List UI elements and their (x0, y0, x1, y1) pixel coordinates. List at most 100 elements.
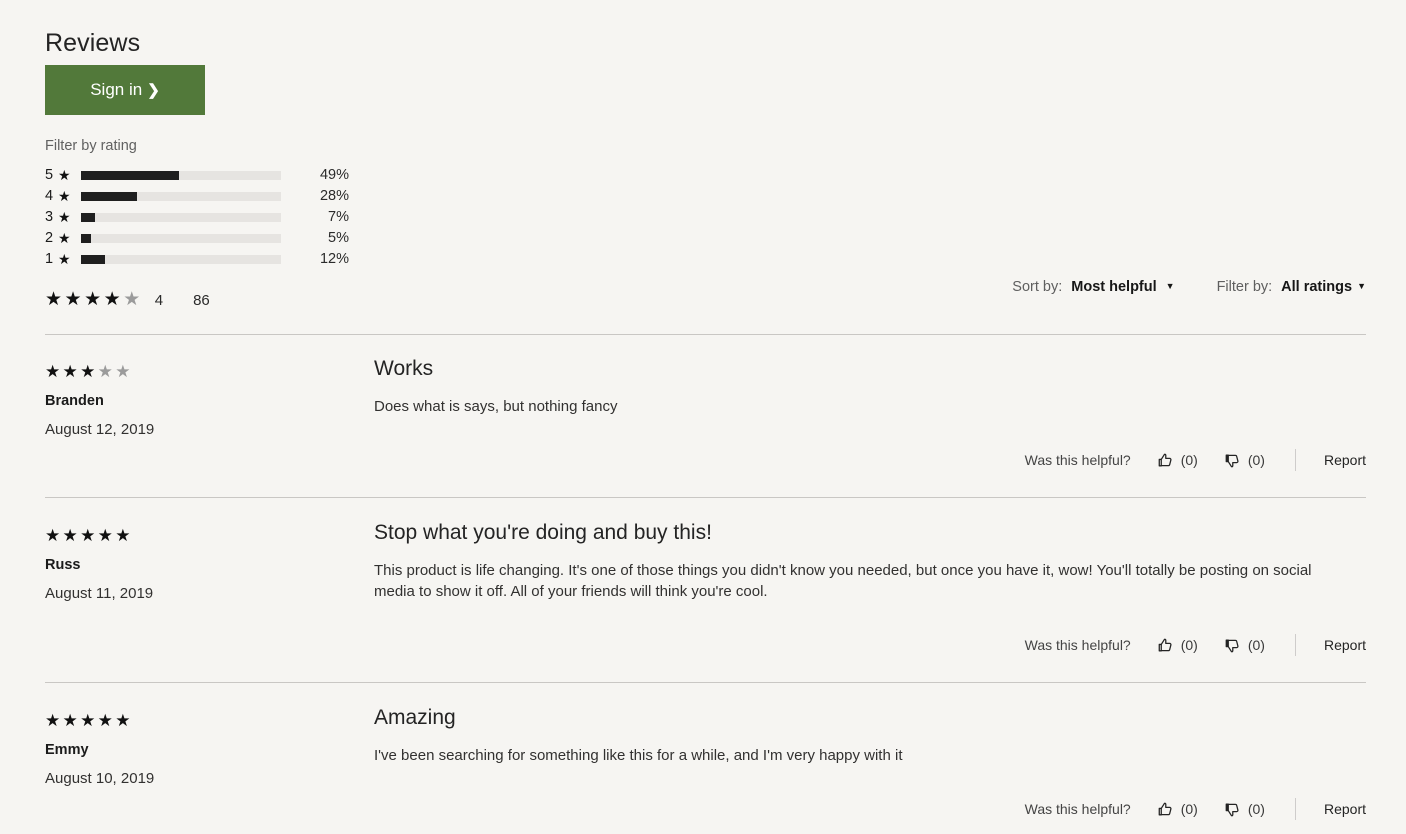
rating-histogram: 5 ★ 49% 4 ★ 28% 3 ★ 7% 2 ★ 5% 1 ★ 12% (45, 165, 350, 270)
thumbs-down-count: (0) (1247, 801, 1265, 817)
thumbs-down-button[interactable]: (0) (1224, 801, 1265, 818)
thumbs-up-button[interactable]: (0) (1157, 801, 1198, 818)
review-date: August 12, 2019 (45, 421, 155, 438)
chevron-down-icon: ▼ (1357, 281, 1366, 291)
review-title: Amazing (374, 706, 456, 729)
review-content: Works Does what is says, but nothing fanc… (374, 356, 1359, 417)
helpful-separator (1294, 634, 1296, 656)
review-helpful-row: Was this helpful? (0) (0) Report (1025, 798, 1366, 820)
rating-filter-row-2-star[interactable]: 2 ★ 5% (45, 228, 350, 249)
review-divider (45, 497, 1366, 498)
rating-percent: 7% (328, 209, 349, 225)
report-link[interactable]: Report (1324, 637, 1366, 653)
review-date: August 11, 2019 (45, 585, 154, 602)
review-body: Does what is says, but nothing fancy (374, 398, 618, 415)
thumbs-up-count: (0) (1180, 637, 1198, 653)
sign-in-label: Sign in (90, 80, 143, 99)
sign-in-button[interactable]: Sign in ❯ (45, 65, 205, 115)
aggregate-star-rating-icon: ★★★★★ (45, 289, 143, 310)
filter-by-rating-label: Filter by rating (45, 138, 137, 154)
star-icon: ★ (58, 251, 71, 267)
filter-by-value: All ratings (1281, 279, 1353, 295)
report-link[interactable]: Report (1324, 452, 1366, 468)
chevron-down-icon: ▼ (1165, 281, 1175, 291)
rating-bar-track (81, 234, 281, 243)
rating-percent: 5% (328, 230, 349, 246)
rating-bar-track (81, 255, 281, 264)
thumbs-up-icon (1157, 801, 1174, 818)
star-icon: ★ (58, 230, 71, 246)
review-divider (45, 682, 1366, 683)
review-helpful-row: Was this helpful? (0) (0) Report (1025, 634, 1366, 656)
thumbs-down-icon (1224, 637, 1241, 654)
rating-filter-row-4-star[interactable]: 4 ★ 28% (45, 186, 350, 207)
review-star-rating-icon: ★★★★★ (45, 362, 133, 381)
review-star-rating-icon: ★★★★★ (45, 711, 133, 730)
review-body: I've been searching for something like t… (374, 747, 903, 764)
thumbs-down-icon (1224, 801, 1241, 818)
sort-by-label: Sort by: (1012, 279, 1063, 295)
rating-filter-row-1-star[interactable]: 1 ★ 12% (45, 249, 350, 270)
review-author: Emmy (45, 742, 89, 758)
helpful-separator (1294, 449, 1296, 471)
report-link[interactable]: Report (1324, 801, 1366, 817)
sort-by-control: Sort by: Most helpful ▼ (1012, 279, 1174, 295)
page-title: Reviews (45, 29, 141, 57)
rating-bar-track (81, 171, 281, 180)
filter-by-control: Filter by: All ratings ▼ (1217, 279, 1366, 295)
rating-row-number: 4 (45, 188, 54, 204)
helpful-separator (1294, 798, 1296, 820)
review-title: Stop what you're doing and buy this! (374, 521, 712, 544)
review-controls: Sort by: Most helpful ▼ Filter by: All r… (1012, 279, 1366, 295)
rating-filter-row-5-star[interactable]: 5 ★ 49% (45, 165, 350, 186)
rating-percent: 12% (319, 251, 349, 267)
rating-bar-track (81, 213, 281, 222)
thumbs-down-count: (0) (1247, 452, 1265, 468)
thumbs-up-count: (0) (1180, 452, 1198, 468)
review-meta: ★★★★★ Branden August 12, 2019 (45, 362, 345, 438)
review-author: Branden (45, 393, 104, 409)
review-divider (45, 334, 1366, 335)
thumbs-down-button[interactable]: (0) (1224, 452, 1265, 469)
thumbs-down-count: (0) (1247, 637, 1265, 653)
rating-row-number: 2 (45, 230, 54, 246)
rating-bar-track (81, 192, 281, 201)
review-star-rating-icon: ★★★★★ (45, 526, 133, 545)
review-content: Stop what you're doing and buy this! This… (374, 520, 1359, 602)
chevron-right-icon: ❯ (147, 81, 160, 99)
thumbs-up-icon (1157, 637, 1174, 654)
rating-row-number: 3 (45, 209, 54, 225)
star-icon: ★ (58, 209, 71, 225)
review-title: Works (374, 357, 434, 380)
helpful-question: Was this helpful? (1024, 452, 1131, 468)
rating-bar-fill (81, 171, 179, 180)
thumbs-up-icon (1157, 452, 1174, 469)
star-icon: ★ (58, 188, 71, 204)
sort-by-value: Most helpful (1071, 279, 1157, 295)
review-meta: ★★★★★ Russ August 11, 2019 (45, 526, 345, 602)
helpful-question: Was this helpful? (1024, 801, 1131, 817)
reviews-page: Reviews Sign in ❯ Filter by rating 5 ★ 49%… (0, 0, 1406, 834)
filter-by-label: Filter by: (1216, 279, 1273, 295)
review-content: Amazing I've been searching for something… (374, 705, 1359, 766)
filter-by-dropdown[interactable]: All ratings ▼ (1281, 279, 1366, 295)
rating-bar-fill (81, 192, 137, 201)
review-author: Russ (45, 557, 81, 573)
aggregate-rating: ★★★★★ 4 86 (45, 289, 210, 311)
thumbs-up-button[interactable]: (0) (1157, 637, 1198, 654)
rating-bar-fill (81, 213, 95, 222)
rating-filter-row-3-star[interactable]: 3 ★ 7% (45, 207, 350, 228)
star-icon: ★ (58, 167, 71, 183)
rating-row-number: 1 (45, 251, 54, 267)
rating-percent: 28% (319, 188, 349, 204)
review-helpful-row: Was this helpful? (0) (0) Report (1025, 449, 1366, 471)
sort-by-dropdown[interactable]: Most helpful ▼ (1071, 279, 1174, 295)
thumbs-down-icon (1224, 452, 1241, 469)
thumbs-up-button[interactable]: (0) (1157, 452, 1198, 469)
thumbs-up-count: (0) (1180, 801, 1198, 817)
review-date: August 10, 2019 (45, 770, 155, 787)
rating-row-number: 5 (45, 167, 54, 183)
thumbs-down-button[interactable]: (0) (1224, 637, 1265, 654)
rating-bar-fill (81, 234, 91, 243)
aggregate-rating-value: 4 (154, 291, 164, 309)
